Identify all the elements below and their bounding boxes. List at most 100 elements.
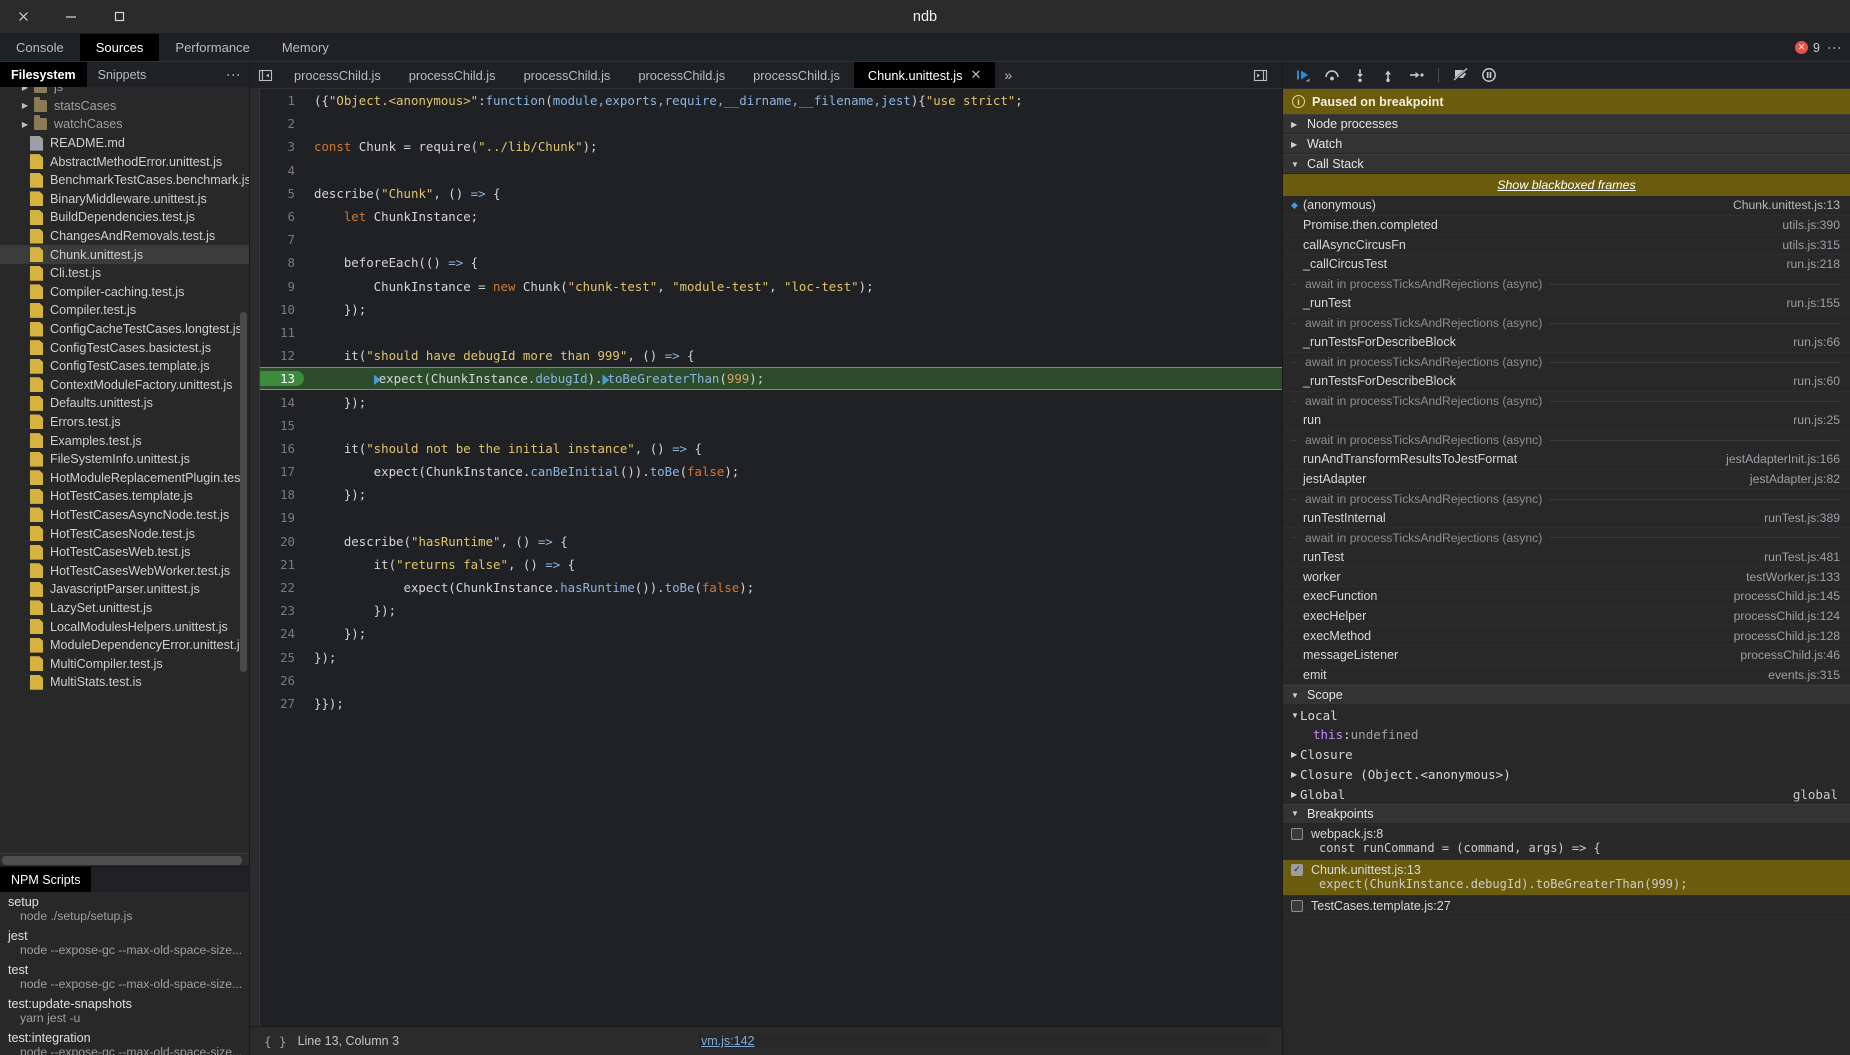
- code-line[interactable]: 14 });: [260, 390, 1282, 413]
- tab-performance[interactable]: Performance: [159, 34, 265, 61]
- breakpoint-item[interactable]: webpack.js:8const runCommand = (command,…: [1283, 824, 1850, 860]
- code-line[interactable]: 22 expect(ChunkInstance.hasRuntime()).to…: [260, 576, 1282, 599]
- editor-tab[interactable]: processChild.js: [280, 62, 395, 88]
- section-scope[interactable]: ▼ Scope: [1283, 685, 1850, 705]
- collapse-sidebar-icon[interactable]: [250, 62, 280, 88]
- deactivate-breakpoints-button[interactable]: [1448, 64, 1474, 86]
- tree-item[interactable]: MultiStats.test.is: [0, 673, 249, 692]
- code-line[interactable]: 13 expect(ChunkInstance.debugId).toBeGre…: [260, 367, 1282, 390]
- line-number[interactable]: 2: [260, 116, 304, 131]
- tab-filesystem[interactable]: Filesystem: [0, 62, 87, 87]
- frame-location[interactable]: run.js:60: [1793, 374, 1840, 388]
- frame-location[interactable]: events.js:315: [1768, 668, 1840, 682]
- breakpoint-item[interactable]: TestCases.template.js:27: [1283, 896, 1850, 918]
- code-line[interactable]: 6 let ChunkInstance;: [260, 205, 1282, 228]
- chevron-right-icon[interactable]: ▶: [16, 120, 34, 129]
- tree-item[interactable]: HotTestCases.template.js: [0, 487, 249, 506]
- tree-item[interactable]: FileSystemInfo.unittest.js: [0, 450, 249, 469]
- editor-tab[interactable]: processChild.js: [624, 62, 739, 88]
- editor-tab[interactable]: processChild.js: [739, 62, 854, 88]
- code-line[interactable]: 24 });: [260, 622, 1282, 645]
- chevron-right-icon[interactable]: ▶: [1291, 750, 1300, 759]
- line-number[interactable]: 23: [260, 603, 304, 618]
- frame-location[interactable]: processChild.js:124: [1734, 609, 1840, 623]
- code-line[interactable]: 10 });: [260, 298, 1282, 321]
- section-call-stack[interactable]: ▼ Call Stack: [1283, 154, 1850, 174]
- chevron-right-icon[interactable]: ▶: [16, 87, 34, 92]
- format-braces-icon[interactable]: { }: [264, 1034, 287, 1049]
- code-line[interactable]: 3const Chunk = require("../lib/Chunk");: [260, 135, 1282, 158]
- file-tree[interactable]: ▶js▶statsCases▶watchCasesREADME.mdAbstra…: [0, 87, 249, 853]
- section-breakpoints[interactable]: ▼ Breakpoints: [1283, 804, 1850, 824]
- call-stack-frame[interactable]: _callCircusTestrun.js:218: [1283, 255, 1850, 275]
- line-number[interactable]: 26: [260, 673, 304, 688]
- line-number[interactable]: 19: [260, 510, 304, 525]
- breakpoint-item[interactable]: ✓Chunk.unittest.js:13expect(ChunkInstanc…: [1283, 860, 1850, 896]
- frame-location[interactable]: runTest.js:481: [1764, 550, 1840, 564]
- tree-item[interactable]: Examples.test.js: [0, 431, 249, 450]
- frame-location[interactable]: run.js:66: [1793, 335, 1840, 349]
- close-icon[interactable]: ✕: [971, 67, 982, 83]
- breakpoint-checkbox[interactable]: [1291, 828, 1303, 840]
- call-stack-frame[interactable]: messageListenerprocessChild.js:46: [1283, 646, 1850, 666]
- code-line[interactable]: 5describe("Chunk", () => {: [260, 182, 1282, 205]
- line-number[interactable]: 25: [260, 650, 304, 665]
- tree-item[interactable]: ConfigTestCases.basictest.js: [0, 338, 249, 357]
- tree-item[interactable]: ModuleDependencyError.unittest.js: [0, 636, 249, 655]
- call-stack-frame[interactable]: _runTestsForDescribeBlockrun.js:60: [1283, 372, 1850, 392]
- tree-item[interactable]: HotModuleReplacementPlugin.test: [0, 468, 249, 487]
- line-number[interactable]: 10: [260, 302, 304, 317]
- call-stack-frame[interactable]: runTestrunTest.js:481: [1283, 548, 1850, 568]
- code-line[interactable]: 26: [260, 669, 1282, 692]
- code-line[interactable]: 7: [260, 228, 1282, 251]
- tree-item[interactable]: BuildDependencies.test.js: [0, 208, 249, 227]
- tree-item[interactable]: ▶js: [0, 87, 249, 97]
- chevron-down-icon[interactable]: ▼: [1291, 711, 1300, 720]
- call-stack-frame[interactable]: runAndTransformResultsToJestFormatjestAd…: [1283, 450, 1850, 470]
- main-menu-kebab-icon[interactable]: ⋮: [1830, 41, 1840, 55]
- tree-item[interactable]: MultiCompiler.test.js: [0, 654, 249, 673]
- code-line[interactable]: 17 expect(ChunkInstance.canBeInitial()).…: [260, 460, 1282, 483]
- line-number[interactable]: 13: [260, 371, 304, 386]
- tree-item[interactable]: Chunk.unittest.js: [0, 245, 249, 264]
- line-number[interactable]: 6: [260, 209, 304, 224]
- tree-item[interactable]: ConfigTestCases.template.js: [0, 357, 249, 376]
- code-line[interactable]: 16 it("should not be the initial instanc…: [260, 437, 1282, 460]
- close-window-icon[interactable]: [14, 8, 32, 26]
- code-line[interactable]: 18 });: [260, 483, 1282, 506]
- scope-row[interactable]: ▼Local: [1283, 705, 1850, 725]
- frame-location[interactable]: testWorker.js:133: [1746, 570, 1840, 584]
- scope-row[interactable]: this: undefined: [1283, 725, 1850, 745]
- call-stack-list[interactable]: ◆(anonymous)Chunk.unittest.js:13Promise.…: [1283, 196, 1850, 685]
- call-stack-frame[interactable]: Promise.then.completedutils.js:390: [1283, 216, 1850, 236]
- tab-memory[interactable]: Memory: [266, 34, 345, 61]
- code-line[interactable]: 23 });: [260, 599, 1282, 622]
- pause-on-exceptions-button[interactable]: [1476, 64, 1502, 86]
- source-link[interactable]: vm.js:142: [700, 1034, 1268, 1048]
- call-stack-frame[interactable]: _runTestsForDescribeBlockrun.js:66: [1283, 333, 1850, 353]
- call-stack-frame[interactable]: execFunctionprocessChild.js:145: [1283, 587, 1850, 607]
- line-number[interactable]: 21: [260, 557, 304, 572]
- call-stack-frame[interactable]: execHelperprocessChild.js:124: [1283, 607, 1850, 627]
- tab-sources[interactable]: Sources: [80, 34, 160, 61]
- frame-location[interactable]: processChild.js:46: [1740, 648, 1840, 662]
- tab-npm-scripts[interactable]: NPM Scripts: [0, 867, 91, 892]
- tree-item[interactable]: ChangesAndRemovals.test.js: [0, 227, 249, 246]
- line-number[interactable]: 20: [260, 534, 304, 549]
- maximize-window-icon[interactable]: [110, 8, 128, 26]
- scope-row[interactable]: ▶Closure: [1283, 745, 1850, 765]
- code-line[interactable]: 20 describe("hasRuntime", () => {: [260, 530, 1282, 553]
- line-number[interactable]: 24: [260, 626, 304, 641]
- line-number[interactable]: 7: [260, 232, 304, 247]
- frame-location[interactable]: jestAdapterInit.js:166: [1726, 452, 1840, 466]
- code-line[interactable]: 2: [260, 112, 1282, 135]
- code-line[interactable]: 27}});: [260, 692, 1282, 715]
- chevron-double-right-icon[interactable]: »: [995, 62, 1021, 88]
- show-navigator-icon[interactable]: [1245, 68, 1275, 83]
- tree-item[interactable]: BenchmarkTestCases.benchmark.js: [0, 171, 249, 190]
- scope-row[interactable]: ▶Globalglobal: [1283, 784, 1850, 804]
- tree-item[interactable]: ▶watchCases: [0, 115, 249, 134]
- chevron-right-icon[interactable]: ▶: [1291, 770, 1300, 779]
- tree-item[interactable]: ContextModuleFactory.unittest.js: [0, 376, 249, 395]
- scope-list[interactable]: ▼Localthis: undefined▶Closure▶Closure (O…: [1283, 705, 1850, 803]
